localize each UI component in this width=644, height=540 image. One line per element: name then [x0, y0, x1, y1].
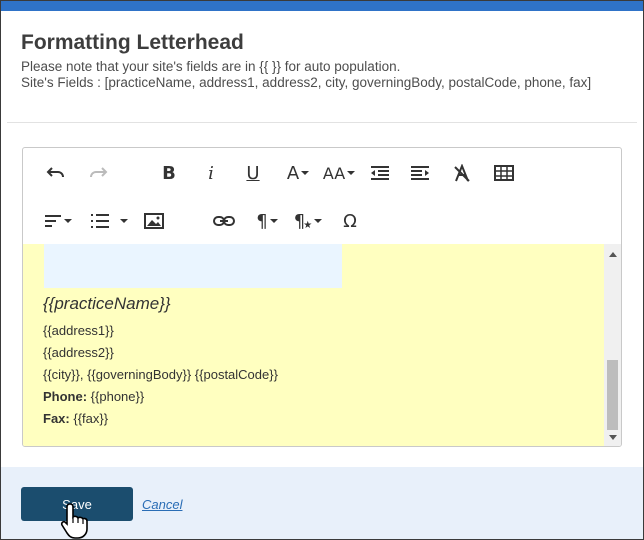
fax-label: Fax:: [43, 411, 70, 426]
star-icon: ★: [303, 219, 313, 231]
special-char-icon[interactable]: Ω: [337, 208, 363, 234]
practice-name-field: {{practiceName}}: [43, 294, 171, 313]
phone-field: {{phone}}: [87, 389, 145, 404]
font-size-icon[interactable]: AA: [321, 160, 357, 186]
underline-label: U: [246, 162, 260, 184]
scrollbar-thumb[interactable]: [607, 360, 618, 430]
underline-icon[interactable]: U: [241, 160, 265, 186]
paragraph-label: ¶: [256, 210, 268, 232]
bold-label: B: [162, 162, 176, 184]
link-icon[interactable]: [211, 208, 237, 234]
phone-label: Phone:: [43, 389, 88, 404]
chevron-down-icon: [269, 219, 278, 223]
redo-icon[interactable]: [85, 160, 111, 186]
dialog-header: Formatting Letterhead Please note that y…: [21, 31, 621, 91]
font-color-icon[interactable]: A: [281, 160, 315, 186]
paragraph-icon[interactable]: ¶: [251, 208, 283, 234]
fax-line: Fax: {{fax}}: [43, 408, 278, 430]
scroll-down-icon[interactable]: [609, 435, 617, 440]
indent-icon[interactable]: [407, 160, 433, 186]
address2-field: {{address2}}: [43, 345, 114, 360]
letterhead-dialog: Formatting Letterhead Please note that y…: [0, 0, 644, 540]
city-line-field: {{city}}, {{governingBody}} {{postalCode…: [43, 367, 278, 382]
italic-label: i: [208, 162, 214, 184]
site-fields-list: Site's Fields : [practiceName, address1,…: [21, 75, 592, 90]
paragraph-style-icon[interactable]: ¶ ★: [289, 208, 327, 234]
chevron-down-icon: [301, 171, 310, 175]
font-size-label: AA: [322, 163, 346, 183]
rich-text-editor: B i U A AA ¶ ¶ ★ Ω {{practiceName}} {{ad…: [22, 147, 622, 447]
chevron-down-icon: [64, 219, 72, 223]
address1-field: {{address1}}: [43, 323, 114, 338]
align-icon[interactable]: [41, 208, 75, 234]
italic-icon[interactable]: i: [199, 160, 223, 186]
undo-icon[interactable]: [43, 160, 69, 186]
cancel-link[interactable]: Cancel: [142, 497, 182, 512]
letterhead-text: {{practiceName}} {{address1}} {{address2…: [43, 294, 278, 430]
dialog-footer: Save Cancel: [1, 467, 643, 539]
editor-scrollbar[interactable]: [604, 244, 621, 446]
clear-format-icon[interactable]: [449, 160, 475, 186]
dialog-top-accent-bar: [1, 1, 643, 11]
fax-field: {{fax}}: [69, 411, 109, 426]
chevron-down-icon: [120, 219, 128, 223]
omega-label: Ω: [343, 210, 357, 232]
chevron-down-icon: [314, 219, 323, 223]
outdent-icon[interactable]: [367, 160, 393, 186]
font-color-label: A: [286, 162, 300, 184]
chevron-down-icon: [347, 171, 356, 175]
editor-content-area[interactable]: {{practiceName}} {{address1}} {{address2…: [23, 244, 604, 446]
scroll-up-icon[interactable]: [609, 252, 617, 257]
phone-line: Phone: {{phone}}: [43, 386, 278, 408]
dialog-title: Formatting Letterhead: [21, 31, 244, 54]
bold-icon[interactable]: B: [157, 160, 181, 186]
hand-cursor-icon: [60, 503, 88, 539]
logo-placeholder-block: [44, 244, 342, 288]
header-divider: [7, 122, 637, 123]
fields-note: Please note that your site's fields are …: [21, 59, 401, 74]
table-icon[interactable]: [491, 160, 517, 186]
editor-toolbar: B i U A AA ¶ ¶ ★ Ω: [23, 148, 621, 244]
list-icon[interactable]: [87, 208, 131, 234]
image-icon[interactable]: [141, 208, 167, 234]
